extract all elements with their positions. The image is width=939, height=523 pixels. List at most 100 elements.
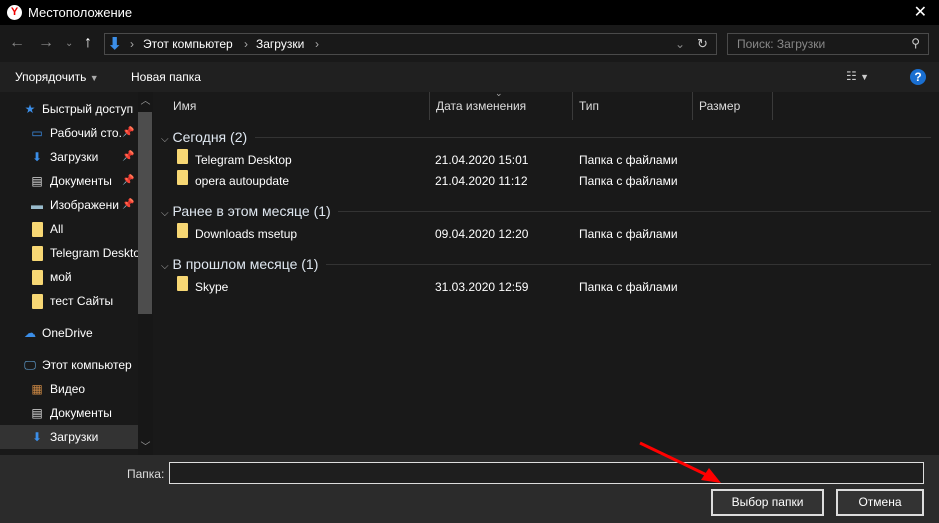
- image-icon: ▬: [31, 198, 43, 212]
- organize-label: Упорядочить: [15, 70, 87, 84]
- sidebar-item[interactable]: Telegram Deskto: [0, 241, 138, 265]
- group-divider: [255, 137, 931, 138]
- red-arrow-annotation: [639, 441, 721, 483]
- download-icon: ⬇: [108, 36, 122, 53]
- video-icon: ▦: [31, 382, 43, 396]
- scroll-down-icon[interactable]: ﹀: [138, 438, 153, 453]
- back-button[interactable]: ←: [9, 34, 25, 52]
- sidebar-item[interactable]: ▭ Рабочий сто. 📌: [0, 121, 138, 145]
- sidebar-item-label: Загрузки: [50, 430, 99, 444]
- forward-button[interactable]: →: [38, 34, 54, 52]
- caret-down-icon: ▼: [860, 72, 870, 82]
- column-name[interactable]: Имя: [167, 92, 430, 120]
- group-divider: [338, 211, 931, 212]
- file-row[interactable]: Skype 31.03.2020 12:59 Папка с файлами: [177, 276, 717, 298]
- group-label: Ранее в этом месяце (1): [172, 203, 331, 219]
- sidebar-item[interactable]: ▬ Изображени 📌: [0, 193, 138, 217]
- window-title: Местоположение: [28, 5, 133, 20]
- recent-dropdown-button[interactable]: ⌄: [65, 38, 73, 49]
- cancel-button[interactable]: Отмена: [836, 489, 924, 516]
- refresh-icon[interactable]: ↻: [697, 36, 708, 52]
- sidebar-item-label: Видео: [50, 382, 86, 396]
- folder-icon: [29, 265, 45, 289]
- column-size[interactable]: Размер: [693, 92, 773, 120]
- sidebar-item[interactable]: 🖵 Этот компьютер: [0, 353, 138, 377]
- chevron-down-icon: ⌵: [161, 134, 169, 145]
- file-type: Папка с файлами: [579, 174, 678, 188]
- download-icon: ⬇: [31, 150, 43, 164]
- folder-label: Папка:: [127, 467, 165, 481]
- sidebar-item-label: Изображени: [50, 198, 119, 212]
- history-dropdown-icon[interactable]: ⌄: [675, 37, 685, 51]
- scrollbar-thumb[interactable]: [138, 112, 152, 314]
- file-name: Skype: [195, 280, 229, 294]
- sidebar-item[interactable]: ★ Быстрый доступ: [0, 97, 138, 121]
- breadcrumb-downloads[interactable]: Загрузки: [256, 37, 304, 51]
- sidebar-item[interactable]: ▤ Документы 📌: [0, 169, 138, 193]
- sidebar-item[interactable]: ☁ OneDrive: [0, 321, 138, 345]
- file-name: Telegram Desktop: [195, 153, 292, 167]
- file-row[interactable]: Telegram Desktop 21.04.2020 15:01 Папка с …: [177, 149, 717, 171]
- sidebar-item-label: мой: [50, 270, 72, 284]
- yandex-logo-icon: Y: [7, 5, 22, 20]
- group-header[interactable]: ⌵ Сегодня (2): [161, 126, 931, 148]
- close-button[interactable]: ✕: [914, 2, 927, 22]
- up-button[interactable]: ↑: [84, 34, 92, 52]
- pin-icon: 📌: [122, 127, 135, 138]
- sidebar-item[interactable]: тест Сайты: [0, 289, 138, 313]
- sidebar-item-label: Этот компьютер: [42, 358, 132, 372]
- folder-input[interactable]: [169, 462, 924, 484]
- star-icon: ★: [24, 102, 36, 116]
- sidebar-item-label: Загрузки: [50, 150, 99, 164]
- chevron-icon: ›: [244, 37, 248, 51]
- group-divider: [326, 264, 931, 265]
- sidebar-item-label: OneDrive: [42, 326, 93, 340]
- sidebar-item-label: All: [50, 222, 64, 236]
- sidebar-item[interactable]: ⬇ Загрузки: [0, 425, 138, 449]
- group-header[interactable]: ⌵ Ранее в этом месяце (1): [161, 200, 931, 222]
- toolbar: Упорядочить ▼ Новая папка ☷ ▼ ?: [0, 62, 939, 92]
- file-name: opera autoupdate: [195, 174, 290, 188]
- folder-icon: [29, 217, 45, 241]
- file-date: 21.04.2020 11:12: [435, 174, 528, 188]
- file-row[interactable]: Downloads msetup 09.04.2020 12:20 Папка с …: [177, 223, 717, 245]
- search-input[interactable]: Поиск: Загрузки ⚲: [727, 33, 929, 55]
- pin-icon: 📌: [122, 199, 135, 210]
- file-type: Папка с файлами: [579, 153, 678, 167]
- sort-indicator-icon: ⌄: [495, 88, 503, 98]
- file-type: Папка с файлами: [579, 227, 678, 241]
- column-type[interactable]: Тип: [573, 92, 693, 120]
- search-placeholder: Поиск: Загрузки: [737, 37, 826, 51]
- organize-button[interactable]: Упорядочить ▼: [15, 70, 99, 84]
- sidebar-item[interactable]: ▤ Документы: [0, 401, 138, 425]
- sidebar-item[interactable]: мой: [0, 265, 138, 289]
- sidebar-item-label: Быстрый доступ: [42, 102, 134, 116]
- sidebar-item-label: Telegram Deskto: [50, 246, 138, 260]
- sidebar-item[interactable]: ⬇ Загрузки 📌: [0, 145, 138, 169]
- pin-icon: 📌: [122, 175, 135, 186]
- sidebar-item-label: Документы: [50, 406, 112, 420]
- navigation-pane: ★ Быстрый доступ ▭ Рабочий сто. 📌 ⬇ Загрузки 📌 ▤…: [0, 92, 155, 455]
- help-icon[interactable]: ?: [910, 69, 926, 85]
- group-header[interactable]: ⌵ В прошлом месяце (1): [161, 253, 931, 275]
- file-list: Имя Дата изменения Тип Размер ⌄ ⌵ Сегодн…: [157, 88, 939, 455]
- cloud-icon: ☁: [24, 326, 36, 340]
- computer-icon: 🖵: [24, 358, 36, 372]
- sidebar-item[interactable]: ▦ Видео: [0, 377, 138, 401]
- sidebar-item[interactable]: All: [0, 217, 138, 241]
- download-icon: ⬇: [31, 430, 43, 444]
- caret-down-icon: ▼: [89, 73, 99, 83]
- document-icon: ▤: [31, 406, 43, 420]
- scroll-up-icon[interactable]: ︿: [138, 92, 153, 107]
- new-folder-button[interactable]: Новая папка: [131, 70, 201, 84]
- file-name: Downloads msetup: [195, 227, 298, 241]
- address-bar[interactable]: ⬇ › Этот компьютер › Загрузки › ⌄ ↻: [104, 33, 717, 55]
- file-date: 09.04.2020 12:20: [435, 227, 529, 241]
- file-row[interactable]: opera autoupdate 21.04.2020 11:12 Папка с …: [177, 170, 717, 192]
- select-folder-button[interactable]: Выбор папки: [711, 489, 824, 516]
- view-options-icon[interactable]: ☷ ▼: [846, 69, 869, 83]
- file-date: 31.03.2020 12:59: [435, 280, 529, 294]
- breadcrumb-this-pc[interactable]: Этот компьютер: [143, 37, 233, 51]
- pin-icon: 📌: [122, 151, 135, 162]
- bottom-panel: Папка: Выбор папки Отмена: [0, 441, 939, 523]
